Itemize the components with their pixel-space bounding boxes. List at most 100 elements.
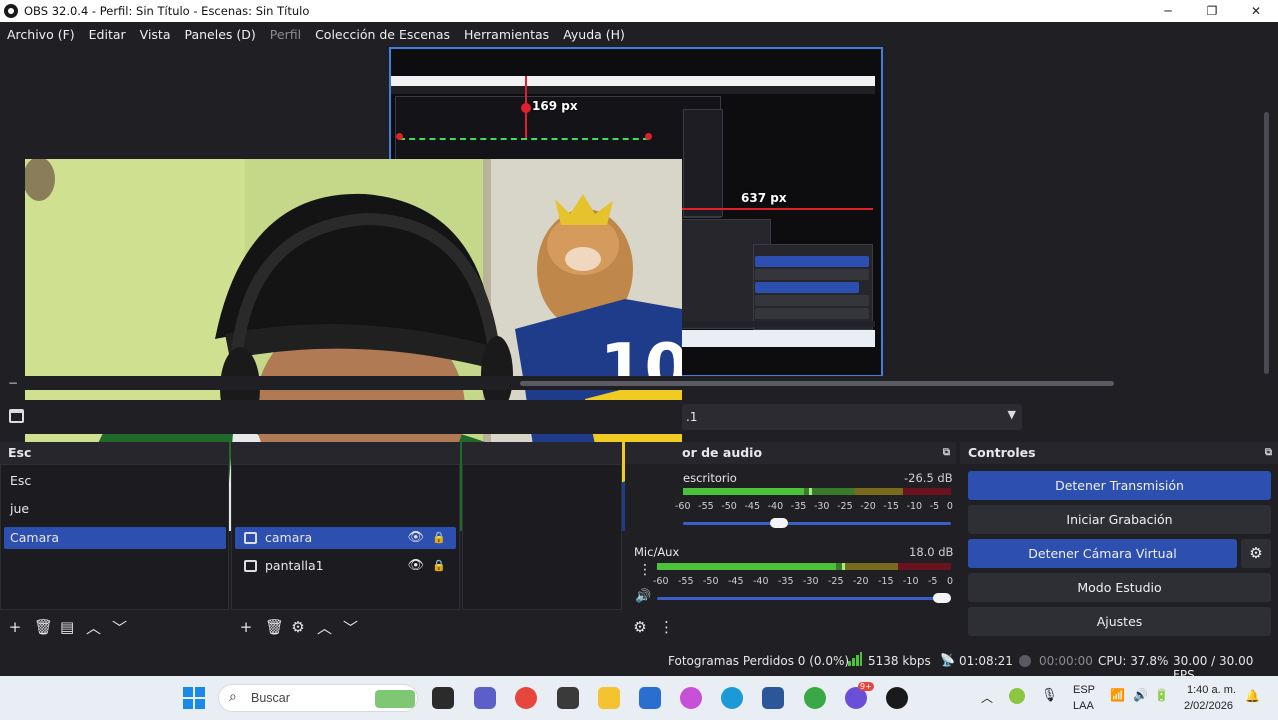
stop-virtual-camera-button[interactable]: Detener Cámara Virtual <box>968 539 1237 568</box>
guide-handle-right <box>645 133 652 140</box>
menu-coleccion-escenas[interactable]: Colección de Escenas <box>315 27 450 42</box>
start-windows-icon[interactable] <box>183 687 205 709</box>
menu-bar: Archivo (F) Editar Vista Paneles (D) Per… <box>0 22 1278 46</box>
teams-icon[interactable] <box>474 687 496 709</box>
stop-stream-button[interactable]: Detener Transmisión <box>968 471 1271 500</box>
sources-dock-title <box>231 442 460 464</box>
discord-icon[interactable]: 9+ <box>845 682 874 709</box>
capture-app-icon[interactable] <box>557 687 579 709</box>
track-name-escritorio: escritorio <box>683 471 737 485</box>
slider-knob[interactable] <box>933 593 952 603</box>
meter-tick-label: -55 <box>698 501 714 512</box>
language-bottom[interactable]: LAA <box>1073 700 1094 712</box>
notification-bell-icon[interactable]: 🔔 <box>1245 689 1260 703</box>
meter-tick-label: -50 <box>721 501 737 512</box>
studio-mode-button[interactable]: Modo Estudio <box>968 573 1271 602</box>
microphone-icon[interactable]: 🎙 <box>1041 687 1058 703</box>
preview-vertical-scrollbar[interactable] <box>1264 112 1269 374</box>
move-down-icon[interactable]: ﹀ <box>343 617 358 638</box>
menu-vista[interactable]: Vista <box>140 27 171 42</box>
wifi-icon[interactable]: 📶 <box>1110 688 1125 702</box>
chrome-profile-icon[interactable] <box>804 687 826 709</box>
trash-icon[interactable]: 🗑 <box>34 618 53 636</box>
source-type-icon <box>244 532 257 544</box>
svg-text:10: 10 <box>600 331 682 405</box>
move-up-icon[interactable]: ︿ <box>86 617 101 638</box>
source-item-pantalla1[interactable]: pantalla1 👁 🔒 <box>235 555 456 577</box>
slider-knob[interactable] <box>770 518 789 528</box>
taskbar-search[interactable]: ⌕ Buscar <box>218 684 418 712</box>
scene-item-camara[interactable]: Camara <box>4 527 226 549</box>
volume-icon[interactable]: 🔊 <box>1133 688 1148 702</box>
scene-item-jue[interactable]: jue <box>4 498 226 520</box>
word-icon[interactable] <box>762 687 784 709</box>
meter-tick-label: -35 <box>790 501 807 512</box>
meter-tick-label: -50 <box>703 576 719 587</box>
lock-icon[interactable]: 🔒 <box>432 555 446 577</box>
undock-icon[interactable]: ⧉ <box>943 442 950 464</box>
nested-statusbar <box>681 321 875 327</box>
move-up-icon[interactable]: ︿ <box>317 617 332 638</box>
move-down-icon[interactable]: ﹀ <box>112 617 127 638</box>
track-name-mic: Mic/Aux <box>634 545 680 559</box>
visibility-eye-icon[interactable]: 👁 <box>407 555 424 577</box>
minimize-button[interactable]: ─ <box>1146 0 1190 22</box>
clock-date[interactable]: 2/02/2026 <box>1184 700 1233 712</box>
zoom-out-icon[interactable]: − <box>8 376 18 390</box>
search-icon: ⌕ <box>229 689 237 705</box>
obs-taskbar-icon[interactable] <box>886 687 908 709</box>
start-recording-button[interactable]: Iniciar Grabación <box>968 505 1271 534</box>
menu-ayuda[interactable]: Ayuda (H) <box>563 27 625 42</box>
lock-icon[interactable]: 🔒 <box>432 527 446 549</box>
meter-tick-label: -5 <box>928 576 938 587</box>
horizontal-scroll-thumb[interactable] <box>520 381 1114 386</box>
menu-paneles[interactable]: Paneles (D) <box>185 27 256 42</box>
chrome-icon[interactable] <box>515 687 537 709</box>
meter-tick-label: -15 <box>883 501 899 512</box>
trash-icon[interactable]: 🗑 <box>265 618 284 636</box>
add-icon[interactable]: + <box>239 618 253 636</box>
settings-button[interactable]: Ajustes <box>968 607 1271 636</box>
source-item-camara[interactable]: camara 👁 🔒 <box>235 527 456 549</box>
menu-herramientas[interactable]: Herramientas <box>464 27 549 42</box>
tray-app-icon[interactable] <box>1009 688 1025 704</box>
preview-horizontal-scrollbar[interactable] <box>0 376 1278 390</box>
track-db-mic: 18.0 dB <box>909 545 954 559</box>
gear-icon[interactable]: ⚙ <box>291 618 305 636</box>
chevron-up-icon[interactable]: ︿ <box>981 689 993 706</box>
clock-time[interactable]: 1:40 a. m. <box>1187 684 1236 696</box>
virtual-camera-settings-gear-icon[interactable]: ⚙ <box>1241 539 1271 568</box>
menu-editar[interactable]: Editar <box>89 27 126 42</box>
advanced-audio-icon[interactable]: ⚙ <box>633 618 647 636</box>
menu-archivo[interactable]: Archivo (F) <box>7 27 75 42</box>
scene-item-esc[interactable]: Esc <box>4 470 226 492</box>
volume-slider-mic[interactable] <box>657 593 952 603</box>
window-icon[interactable] <box>9 409 24 423</box>
transitions-dock-title <box>462 442 622 464</box>
volume-slider-escritorio[interactable] <box>683 518 951 528</box>
language-top[interactable]: ESP <box>1073 684 1095 696</box>
visibility-eye-icon[interactable]: 👁 <box>407 527 424 549</box>
edge-icon[interactable] <box>721 687 743 709</box>
scenes-toolbar: + 🗑 ▤ ︿ ﹀ <box>0 610 229 644</box>
task-view-icon[interactable] <box>432 687 454 709</box>
store-icon[interactable] <box>639 687 661 709</box>
transition-select[interactable]: .1 ▼ <box>682 404 1022 430</box>
menu-perfil[interactable]: Perfil <box>270 27 301 42</box>
kebab-menu-icon[interactable]: ⋮ <box>638 562 652 578</box>
battery-icon[interactable]: 🔋 <box>1154 688 1169 702</box>
transition-select-value: .1 <box>686 410 698 424</box>
meter-tick-label: 0 <box>946 501 953 512</box>
record-time: 00:00:00 <box>1039 654 1093 668</box>
kebab-menu-icon[interactable]: ⋮ <box>659 618 674 636</box>
file-explorer-icon[interactable] <box>598 687 620 709</box>
undock-icon[interactable]: ⧉ <box>1265 442 1272 464</box>
scenes-dock: Esc Esc jue Camara + 🗑 ▤ ︿ ﹀ <box>0 442 229 644</box>
record-icon <box>1019 655 1031 667</box>
close-button[interactable]: ✕ <box>1234 0 1278 22</box>
filter-icon[interactable]: ▤ <box>60 618 74 636</box>
copilot-icon[interactable] <box>680 687 702 709</box>
speaker-icon[interactable]: 🔊 <box>635 589 651 604</box>
maximize-button[interactable]: ❐ <box>1190 0 1234 22</box>
add-icon[interactable]: + <box>8 618 22 636</box>
